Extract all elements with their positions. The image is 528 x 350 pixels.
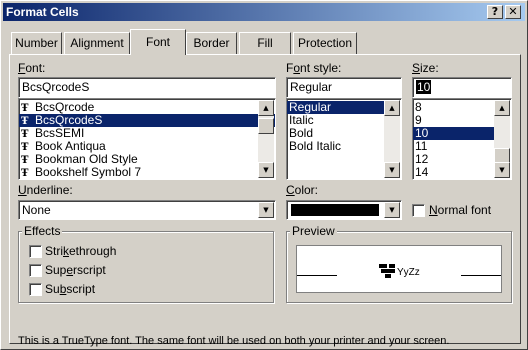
- title-bar[interactable]: Format Cells ? ✕: [3, 3, 525, 21]
- tab-protection[interactable]: Protection: [293, 32, 357, 54]
- subscript-checkbox[interactable]: [29, 283, 42, 296]
- scroll-up-arrow-icon[interactable]: ▲: [494, 100, 510, 116]
- scroll-up-arrow-icon[interactable]: ▲: [384, 100, 400, 116]
- superscript-checkbox[interactable]: [29, 264, 42, 277]
- font-list-item[interactable]: Ŧ Bookshelf Symbol 7: [19, 166, 275, 180]
- chevron-down-icon[interactable]: ▼: [384, 202, 400, 218]
- close-button[interactable]: ✕: [505, 5, 521, 19]
- preview-baseline-left: [297, 275, 337, 276]
- underline-value: None: [22, 203, 51, 217]
- font-tab-panel: Font: BcsQrcodeS Ŧ BcsQrcode Ŧ BcsQrcodeS …: [9, 54, 521, 347]
- underline-select[interactable]: None ▼: [18, 200, 276, 220]
- size-list[interactable]: 8 9 10 11 12 14 ▲ ▼: [412, 98, 512, 180]
- font-list-scrollbar[interactable]: ▲ ▼: [258, 100, 274, 178]
- preview-sample-text: YyZz: [397, 267, 420, 278]
- superscript-label[interactable]: Superscript: [45, 263, 106, 277]
- truetype-icon: Ŧ: [21, 168, 29, 179]
- underline-label: Underline:: [18, 183, 73, 197]
- qrcode-glyph-icon: [379, 264, 395, 278]
- window-title: Format Cells: [6, 5, 79, 19]
- scroll-thumb[interactable]: [258, 118, 274, 134]
- tab-alignment[interactable]: Alignment: [64, 32, 130, 54]
- tab-border[interactable]: Border: [186, 32, 237, 54]
- tab-font[interactable]: Font: [130, 29, 186, 55]
- font-info-message: This is a TrueType font. The same font w…: [18, 335, 450, 347]
- color-select[interactable]: ▼: [286, 200, 402, 220]
- preview-title: Preview: [290, 224, 337, 238]
- font-style-scrollbar[interactable]: ▲ ▼: [384, 100, 400, 178]
- size-input[interactable]: 10: [412, 77, 512, 98]
- font-input[interactable]: BcsQrcodeS: [18, 77, 276, 98]
- effects-title: Effects: [22, 224, 63, 238]
- scroll-up-arrow-icon[interactable]: ▲: [258, 100, 274, 116]
- size-label: Size:: [412, 61, 439, 75]
- font-list[interactable]: Ŧ BcsQrcode Ŧ BcsQrcodeS Ŧ BcsSEMI Ŧ Book An…: [18, 98, 276, 180]
- tab-number[interactable]: Number: [11, 32, 62, 54]
- scroll-down-arrow-icon[interactable]: ▼: [384, 162, 400, 178]
- font-style-list[interactable]: Regular Italic Bold Bold Italic ▲ ▼: [286, 98, 402, 180]
- color-swatch: [291, 204, 379, 216]
- scroll-down-arrow-icon[interactable]: ▼: [258, 162, 274, 178]
- tab-fill[interactable]: Fill: [239, 32, 291, 54]
- subscript-label[interactable]: Subscript: [45, 282, 95, 296]
- font-style-label: Font style:: [286, 61, 342, 75]
- font-label: Font:: [18, 61, 46, 75]
- format-cells-dialog: Format Cells ? ✕ Number Alignment Font B…: [0, 0, 528, 350]
- color-label: Color:: [286, 183, 319, 197]
- font-style-input[interactable]: Regular: [286, 77, 402, 98]
- strikethrough-label[interactable]: Strikethrough: [45, 244, 116, 258]
- scroll-down-arrow-icon[interactable]: ▼: [494, 162, 510, 178]
- normal-font-label[interactable]: Normal font: [429, 203, 491, 217]
- preview-baseline-right: [461, 275, 501, 276]
- chevron-down-icon[interactable]: ▼: [258, 202, 274, 218]
- normal-font-checkbox[interactable]: [412, 204, 425, 217]
- preview-box: YyZz: [296, 245, 502, 293]
- size-list-scrollbar[interactable]: ▲ ▼: [494, 100, 510, 178]
- strikethrough-checkbox[interactable]: [29, 245, 42, 258]
- size-input-value: 10: [416, 80, 432, 94]
- help-button[interactable]: ?: [487, 5, 503, 19]
